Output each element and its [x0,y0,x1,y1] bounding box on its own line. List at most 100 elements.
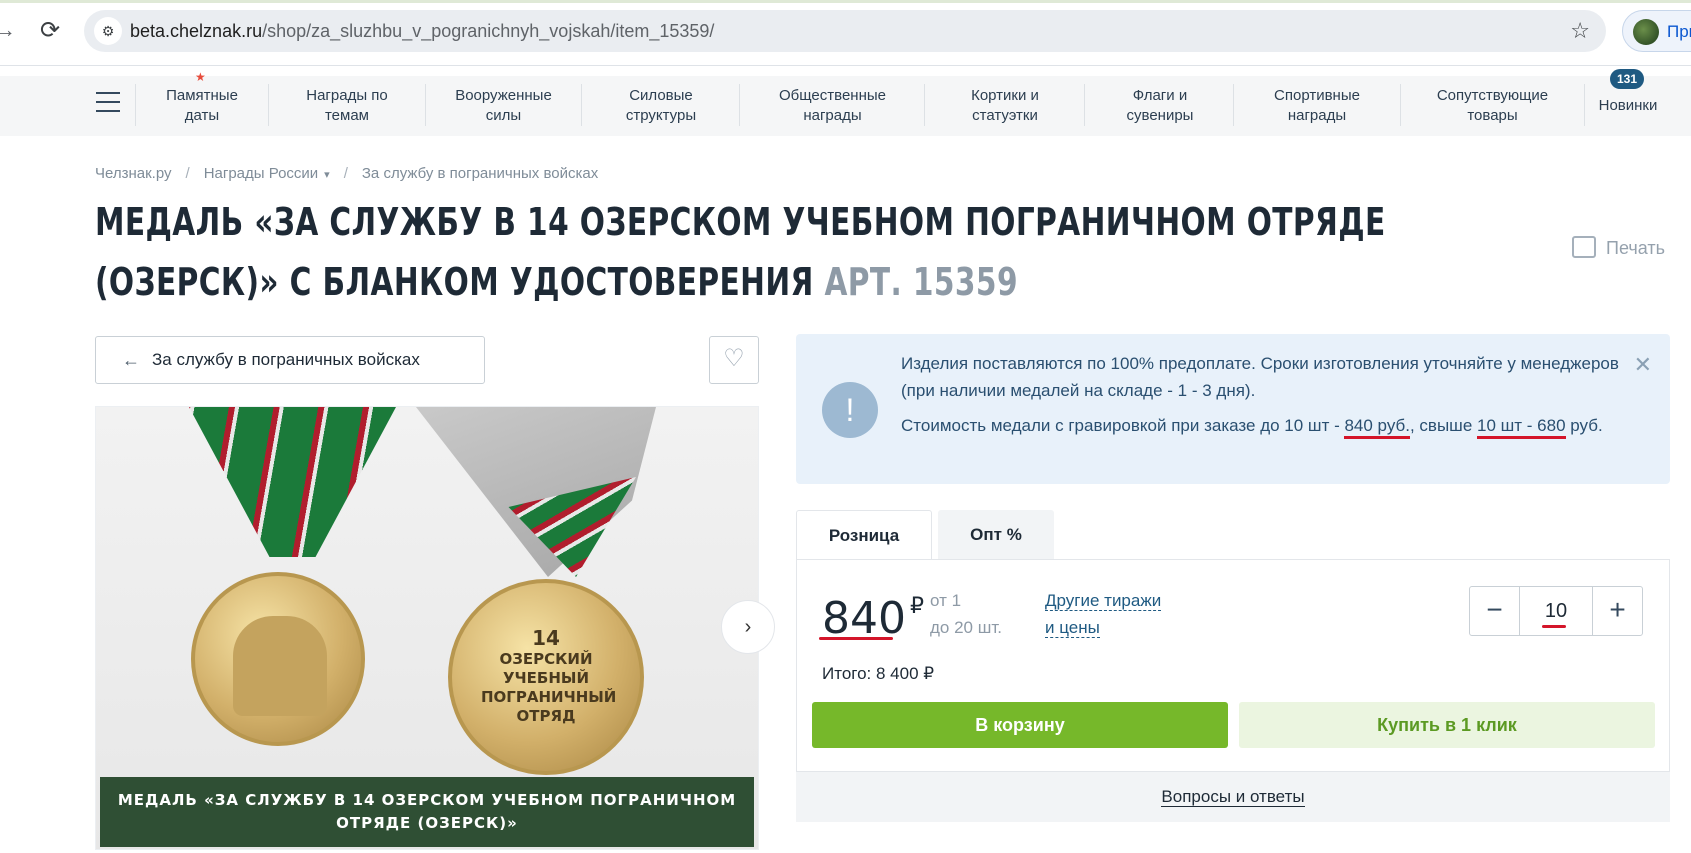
close-icon[interactable]: ✕ [1634,352,1652,378]
quantity-annotation-underline [1542,625,1566,628]
nav-item-new[interactable]: Новинки [1590,96,1666,116]
address-bar[interactable]: ⚙ beta.chelznak.ru/shop/za_sluzhbu_v_pog… [84,10,1606,52]
info-text: Изделия поставляются по 100% предоплате.… [901,350,1621,439]
order-total: Итого: 8 400 ₽ [822,664,935,683]
quantity-stepper: − + [1469,586,1643,636]
medal-reverse: 14 ОЗЕРСКИЙ УЧЕБНЫЙ ПОГРАНИЧНЫЙ ОТРЯД [448,579,644,775]
nav-item-sport-awards[interactable]: Спортивные награды [1250,86,1384,126]
breadcrumb-home[interactable]: Челзнак.ру [95,165,172,182]
bookmark-star-icon[interactable]: ☆ [1570,18,1590,44]
avatar [1633,19,1659,45]
nav-item-label: сувениры [1126,107,1194,124]
nav-item-label: Силовые [629,87,693,104]
profile-name: При [1667,22,1691,41]
nav-item-label: Флаги и [1132,87,1188,104]
nav-item-armed-forces[interactable]: Вооруженные силы [440,86,567,126]
print-button[interactable]: Печать [1572,236,1665,259]
nav-divider [1233,84,1234,126]
nav-divider [268,84,269,126]
nav-item-memorable-dates[interactable]: Памятные даты [152,86,252,126]
nav-divider [581,84,582,126]
minus-icon[interactable]: − [1470,587,1520,635]
info-text-part: руб. [1565,416,1603,435]
back-to-category-button[interactable]: ← За службу в пограничных войсках [95,336,485,384]
page-title: Медаль «За службу в 14 Озерском учебном … [95,192,1530,312]
nav-divider [425,84,426,126]
info-wholesale-highlight: 10 шт - 680 [1477,416,1566,439]
browser-toolbar: → ⟳ ⚙ beta.chelznak.ru/shop/za_sluzhbu_v… [0,0,1691,66]
nav-divider [135,84,136,126]
medal-text: ОЗЕРСКИЙ УЧЕБНЫЙ ПОГРАНИЧНЫЙ ОТРЯД [481,650,617,725]
range-to: до 20 шт. [930,618,1002,637]
profile-button[interactable]: При [1622,10,1691,52]
medal-relief [233,616,327,716]
breadcrumb-current[interactable]: За службу в пограничных войсках [362,165,598,182]
nav-item-flags-souvenirs[interactable]: Флаги и сувениры [1100,86,1220,126]
ribbon-left [189,407,396,557]
info-price-highlight: 840 руб. [1344,416,1410,439]
nav-item-awards-by-theme[interactable]: Награды по темам [285,86,409,126]
nav-divider [924,84,925,126]
info-line-1: Изделия поставляются по 100% предоплате.… [901,354,1619,400]
price-annotation-underline [819,637,893,640]
add-to-cart-button[interactable]: В корзину [812,702,1228,748]
medal-inscription: 14 ОЗЕРСКИЙ УЧЕБНЫЙ ПОГРАНИЧНЫЙ ОТРЯД [452,628,640,726]
new-count-badge: 131 [1610,69,1644,89]
price-card: 840 ₽ от 1 до 20 шт. Другие тиражи и цены… [796,559,1670,772]
qa-label: Вопросы и ответы [1161,787,1305,807]
questions-answers-tab[interactable]: Вопросы и ответы [796,772,1670,822]
chevron-down-icon[interactable]: ▾ [324,169,330,181]
tab-retail[interactable]: Розница [796,510,932,560]
back-label: За службу в пограничных войсках [152,350,420,369]
info-text-part: , свыше [1409,416,1477,435]
nav-item-label: структуры [625,107,697,124]
nav-item-label: темам [324,107,369,124]
tab-strip-edge [0,0,1691,3]
nav-item-label: награды [803,107,862,124]
nav-item-security-structures[interactable]: Силовые структуры [596,86,726,126]
other-prices-link[interactable]: Другие тиражи и цены [1045,587,1162,641]
site-settings-icon[interactable]: ⚙ [94,17,122,45]
nav-item-public-awards[interactable]: Общественные награды [755,86,910,126]
buy-one-click-button[interactable]: Купить в 1 клик [1239,702,1655,748]
forward-arrow-icon[interactable]: → [0,18,18,42]
star-icon: ★ [195,70,206,84]
nav-item-label: Вооруженные [455,87,552,104]
favorite-button[interactable]: ♡ [709,336,759,384]
nav-item-label: даты [184,107,220,124]
nav-item-label: Сопутствующие [1436,87,1549,104]
nav-item-label: Новинки [1598,97,1658,114]
breadcrumb-separator: / [343,165,348,182]
nav-item-label: Спортивные [1274,87,1360,104]
nav-item-daggers-statuettes[interactable]: Кортики и статуэтки [940,86,1070,126]
tab-wholesale[interactable]: Опт % [938,510,1054,560]
url-path: /shop/za_sluzhbu_v_pogranichnyh_vojskah/… [262,21,715,41]
heart-icon: ♡ [723,345,745,372]
breadcrumb-russia-awards[interactable]: Награды России [204,165,318,182]
info-notice: ! Изделия поставляются по 100% предоплат… [796,334,1670,484]
next-image-button[interactable]: › [721,600,775,654]
reload-icon[interactable]: ⟳ [36,17,64,45]
product-image[interactable]: 14 ОЗЕРСКИЙ УЧЕБНЫЙ ПОГРАНИЧНЫЙ ОТРЯД МЕ… [95,406,759,850]
price-range: от 1 до 20 шт. [930,587,1002,641]
title-main: Медаль «За службу в 14 Озерском учебном … [95,200,1386,304]
range-from: от 1 [930,591,962,610]
nav-divider [739,84,740,126]
info-text-part: Стоимость медали с гравировкой при заказ… [901,416,1345,435]
info-line-2: Стоимость медали с гравировкой при заказ… [901,412,1621,439]
plus-icon[interactable]: + [1592,587,1642,635]
nav-item-label: Кортики и [971,87,1039,104]
nav-item-label: Общественные [779,87,886,104]
nav-item-label: статуэтки [972,107,1038,124]
chevron-right-icon: › [744,616,752,638]
exclamation-icon: ! [822,382,878,438]
breadcrumb: Челзнак.ру / Награды России ▾ / За службу в п… [95,165,598,182]
printer-icon [1572,236,1596,258]
hamburger-menu-icon[interactable] [96,92,120,114]
url-text[interactable]: beta.chelznak.ru/shop/za_sluzhbu_v_pogra… [130,20,714,42]
nav-divider [1400,84,1401,126]
nav-item-label: Памятные [166,87,238,104]
breadcrumb-separator: / [185,165,190,182]
nav-item-related-goods[interactable]: Сопутствующие товары [1415,86,1570,126]
nav-item-label: Награды по [306,87,388,104]
